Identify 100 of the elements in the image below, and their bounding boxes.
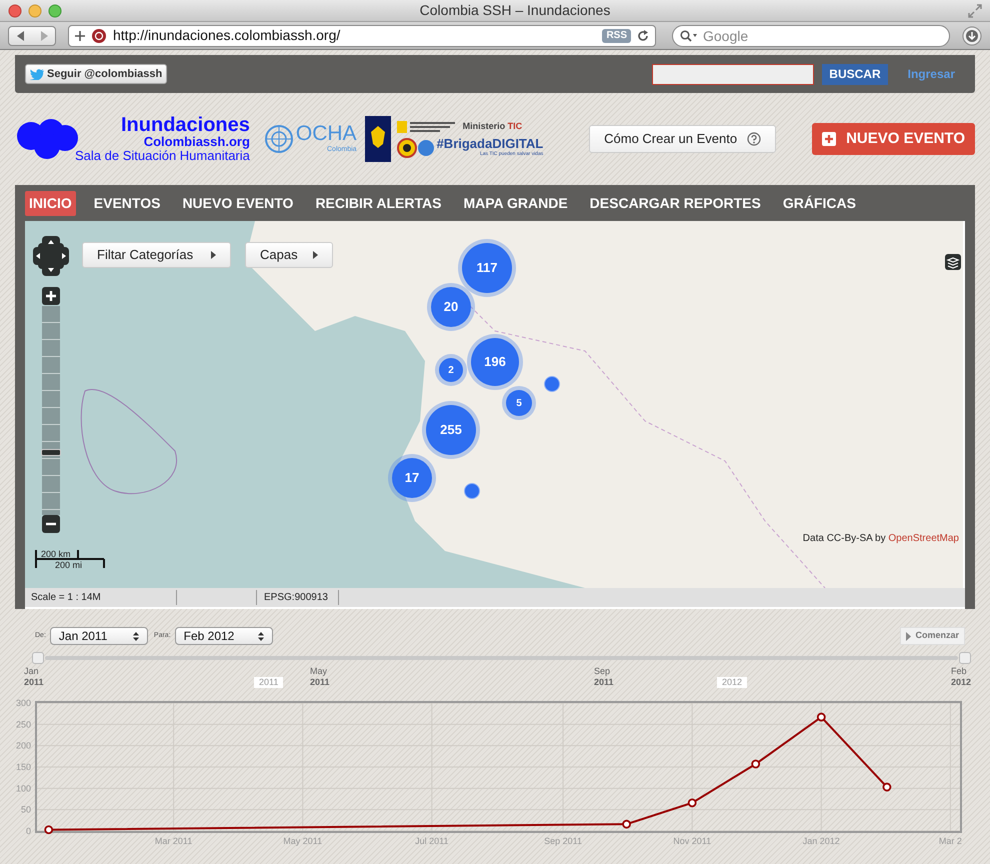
timeline-year-label: 2011	[310, 677, 330, 688]
nav-tab[interactable]: EVENTOS	[90, 190, 164, 216]
play-button[interactable]: Comenzar	[900, 627, 965, 645]
logo-subtitle: Colombiassh.org	[144, 135, 250, 149]
search-button[interactable]: BUSCAR	[822, 64, 888, 84]
globe-logo-icon	[264, 124, 294, 154]
layers-button[interactable]: Capas	[245, 242, 333, 268]
search-field[interactable]: Google	[672, 24, 950, 46]
cluster-marker[interactable]: 20	[427, 283, 475, 331]
y-axis-label: 150	[16, 762, 31, 772]
question-icon	[747, 132, 762, 146]
data-point	[816, 712, 826, 722]
year-marker: 2011	[254, 677, 284, 688]
bird-icon	[30, 68, 44, 80]
updown-icon	[132, 632, 139, 640]
attribution-text: Data CC-By-SA by OpenStreetMap	[802, 532, 959, 546]
cluster-marker[interactable]: 2	[435, 354, 467, 386]
downloads-icon	[962, 26, 982, 46]
ministry-logo-icon	[396, 120, 457, 134]
ministry-text: Ministerio TIC	[462, 120, 522, 134]
x-axis-label: Mar 2011	[154, 836, 192, 846]
play-icon	[906, 632, 912, 640]
y-axis-label: 50	[20, 804, 31, 815]
pan-control-icon	[33, 236, 69, 276]
timeline-year-label: 2012	[951, 677, 972, 688]
cluster-marker[interactable]: 196	[467, 334, 523, 390]
forward-icon	[40, 30, 48, 40]
layers-icon	[945, 254, 961, 270]
x-axis-label: Jan 2012	[802, 836, 840, 846]
year-marker: 2012	[717, 677, 748, 688]
cluster-marker[interactable]: 17	[388, 454, 436, 502]
site-icon	[91, 28, 107, 44]
logo-title: Inundaciones	[120, 115, 250, 135]
timeline-month-label: May	[310, 666, 328, 677]
cluster-marker[interactable]: 117	[458, 239, 516, 297]
timeline-year-label: 2011	[24, 677, 44, 688]
ocha-logo-text: OCHA	[296, 123, 357, 145]
data-point	[688, 798, 697, 808]
filter-button[interactable]: Filtar Categorías	[82, 242, 231, 268]
address-bar[interactable]: http://inundaciones.colombiassh.org/ RSS	[68, 24, 656, 46]
range-handle[interactable]	[32, 652, 44, 664]
data-point	[751, 760, 760, 768]
shield-logo-icon	[364, 116, 391, 162]
timeline-month-label: Sep	[594, 666, 612, 677]
x-axis-label: Jul 2011	[415, 836, 448, 846]
back-icon	[16, 30, 24, 40]
x-axis-label: Nov 2011	[673, 836, 712, 846]
timeline-month-label: Feb	[951, 666, 968, 677]
nav-tab[interactable]: INICIO	[25, 190, 76, 216]
search-icon	[680, 30, 698, 42]
plus-icon	[822, 132, 836, 146]
zoom-slider-thumb[interactable]	[41, 449, 61, 456]
reload-icon	[637, 30, 649, 42]
timeline-month-label: Jan	[24, 666, 40, 677]
x-axis-label: Mar 2	[938, 836, 962, 846]
zoom-out-icon	[42, 515, 60, 533]
y-axis-label: 300	[16, 698, 31, 708]
caret-icon	[313, 251, 318, 259]
fullscreen-icon	[968, 4, 982, 18]
date-select[interactable]: Jan 2011	[50, 627, 148, 645]
cluster-marker[interactable]: 5	[502, 386, 536, 420]
window-title: Colombia SSH – Inundaciones	[418, 1, 612, 20]
zoom-in-icon	[42, 287, 60, 305]
help-button[interactable]: Cómo Crear un Evento	[589, 125, 776, 153]
x-axis-label: Sep 2011	[544, 836, 582, 846]
cluster-marker[interactable]: 255	[422, 401, 480, 459]
back-forward-button[interactable]	[8, 26, 56, 46]
search-input[interactable]	[652, 64, 814, 84]
logo-tagline: Sala de Situación Humanitaria	[75, 149, 250, 163]
url-text: http://inundaciones.colombiassh.org/	[113, 26, 342, 45]
y-axis-label: 200	[16, 740, 31, 751]
badge-logo-icon	[396, 136, 435, 158]
window-controls-icon	[8, 4, 62, 18]
data-point	[882, 782, 892, 792]
brigada-logo-text: #BrigadaDIGITAL	[436, 137, 544, 151]
nav-tab[interactable]: RECIBIR ALERTAS	[311, 190, 446, 216]
data-point	[44, 825, 54, 834]
y-axis-label: 250	[16, 719, 31, 730]
scale-bar-icon	[35, 550, 105, 570]
y-axis-label: 0	[26, 826, 31, 836]
x-axis-label: May 2011	[283, 836, 322, 846]
scale-label: 200 mi	[55, 559, 82, 572]
projection-readout: EPSG:900913	[257, 590, 339, 605]
range-handle[interactable]	[959, 652, 971, 664]
openstreetmap-link[interactable]: OpenStreetMap	[888, 533, 959, 544]
nav-tab[interactable]: DESCARGAR REPORTES	[586, 190, 765, 216]
scale-label: 200 km	[41, 548, 71, 561]
plus-icon	[75, 30, 85, 40]
scale-readout: Scale = 1 : 14M	[25, 590, 177, 605]
follow-button[interactable]: Seguir @colombiassh	[25, 64, 168, 84]
nav-tab[interactable]: GRÁFICAS	[778, 190, 860, 216]
nav-tab[interactable]: NUEVO EVENTO	[178, 190, 298, 216]
caret-icon	[211, 251, 216, 259]
timeline-year-label: 2011	[594, 677, 614, 688]
date-select[interactable]: Feb 2012	[174, 627, 273, 645]
y-axis-label: 100	[16, 783, 31, 794]
nav-tab[interactable]: MAPA GRANDE	[459, 190, 572, 216]
new-event-button[interactable]: NUEVO EVENTO	[812, 123, 975, 155]
data-point	[622, 820, 631, 829]
updown-icon	[258, 632, 264, 640]
